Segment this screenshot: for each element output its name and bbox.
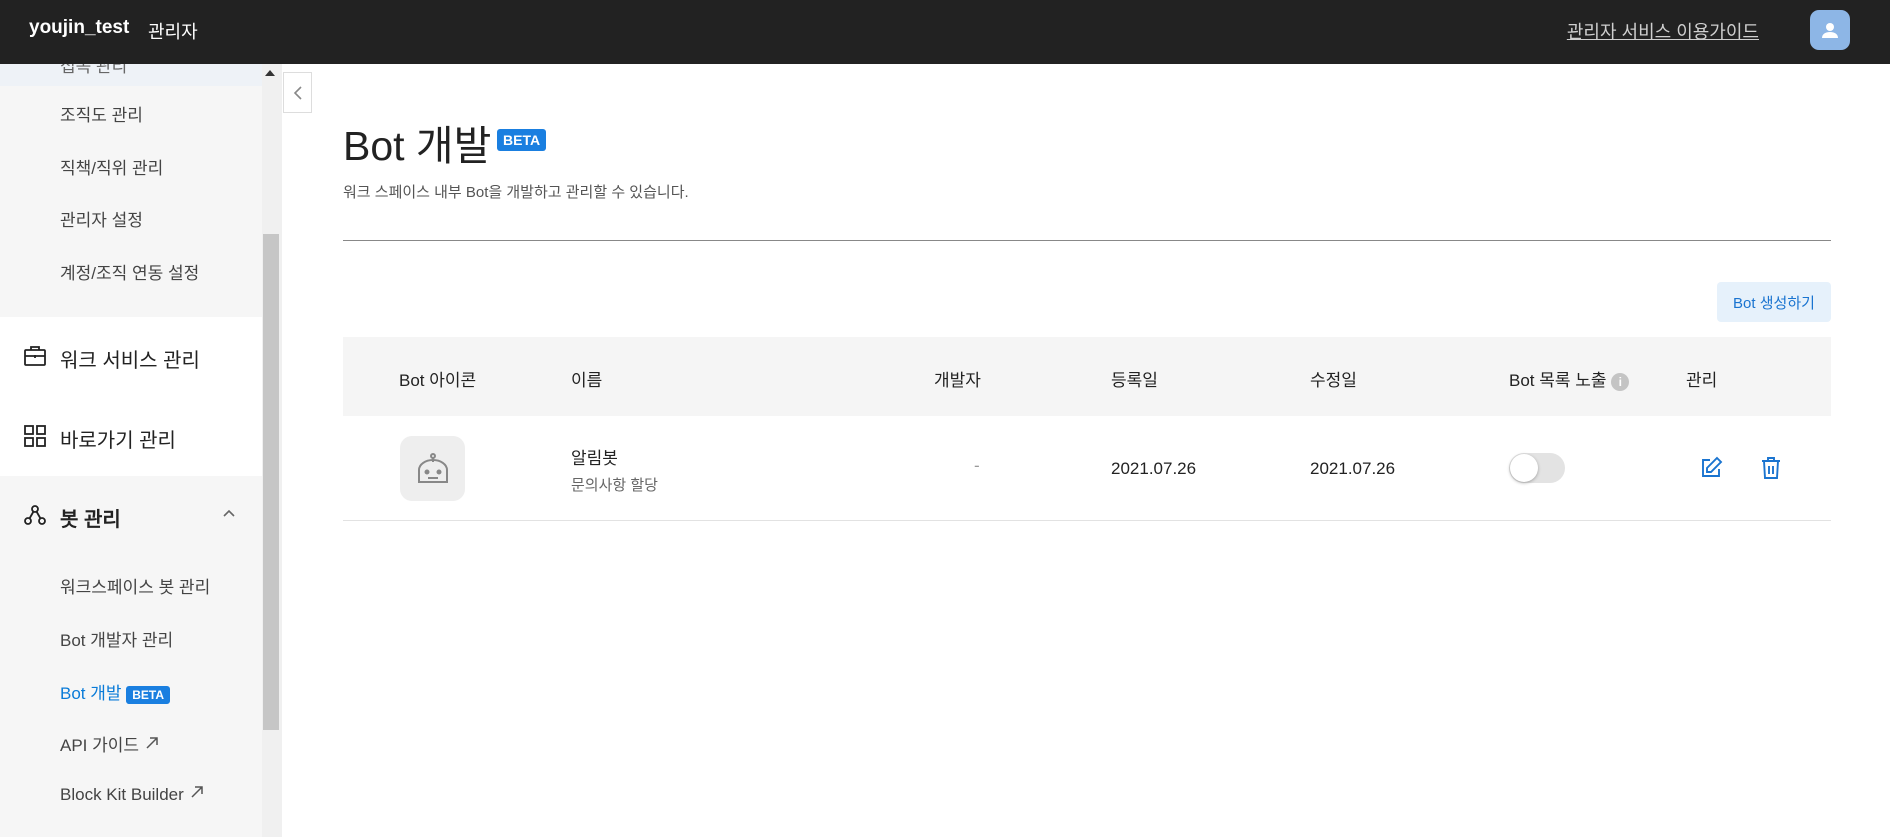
- bot-registered-date: 2021.07.26: [1111, 459, 1197, 478]
- sidebar-item-block-kit[interactable]: Block Kit Builder: [60, 784, 205, 805]
- robot-icon: [417, 452, 448, 483]
- sidebar-item-work-service[interactable]: 워크 서비스 관리: [0, 317, 262, 397]
- briefcase-icon: [24, 346, 46, 366]
- trash-icon: [1762, 457, 1780, 479]
- sidebar-item-org-chart[interactable]: 조직도 관리: [60, 101, 143, 126]
- sidebar-item-bot-management[interactable]: 봇 관리: [0, 476, 262, 556]
- scrollbar-thumb[interactable]: [263, 234, 279, 730]
- edit-icon: [1702, 456, 1723, 477]
- admin-section-label: 관리자: [148, 22, 198, 42]
- table-row: 알림봇 문의사항 할당 - 2021.07.26 2021.07.26: [343, 416, 1831, 521]
- sidebar-item-admin-settings[interactable]: 관리자 설정: [60, 206, 143, 231]
- delete-button[interactable]: [1757, 454, 1785, 482]
- sidebar-item-label: Block Kit Builder: [60, 785, 184, 804]
- title-beta-badge: BETA: [497, 129, 547, 151]
- external-link-icon: [146, 737, 158, 749]
- column-header-icon: Bot 아이콘: [399, 371, 477, 390]
- bot-list-visibility-toggle[interactable]: [1509, 453, 1565, 483]
- column-header-modified: 수정일: [1310, 371, 1357, 390]
- bot-modified-date: 2021.07.26: [1310, 459, 1396, 478]
- collapse-sidebar-button[interactable]: [283, 72, 312, 113]
- info-icon[interactable]: i: [1611, 372, 1630, 391]
- toggle-knob: [1510, 454, 1538, 482]
- page-title: Bot 개발: [343, 123, 492, 169]
- bot-name: 알림봇: [571, 449, 618, 468]
- create-bot-button[interactable]: Bot 생성하기: [1717, 282, 1831, 322]
- sidebar-item-account-sync[interactable]: 계정/조직 연동 설정: [60, 259, 199, 284]
- sidebar-item-label: API 가이드: [60, 736, 140, 755]
- column-header-registered: 등록일: [1111, 371, 1158, 390]
- network-icon: [24, 505, 46, 525]
- page-description: 워크 스페이스 내부 Bot을 개발하고 관리할 수 있습니다.: [343, 184, 689, 201]
- table-header: Bot 아이콘 이름 개발자 등록일 수정일 Bot 목록 노출 i 관리: [343, 337, 1831, 416]
- bot-developer: -: [974, 456, 980, 475]
- top-bar: youjin_test 관리자 관리자 서비스 이용가이드: [0, 0, 1890, 64]
- column-header-listed: Bot 목록 노출 i: [1509, 366, 1630, 391]
- admin-guide-link[interactable]: 관리자 서비스 이용가이드: [1567, 18, 1759, 44]
- sidebar-item-shortcut[interactable]: 바로가기 관리: [0, 397, 262, 477]
- sidebar-item-bot-developer[interactable]: Bot 개발자 관리: [60, 626, 173, 651]
- sidebar-item-label: Bot 개발: [60, 684, 122, 703]
- column-header-name: 이름: [571, 371, 603, 390]
- edit-button[interactable]: [1697, 454, 1725, 482]
- column-header-label: Bot 목록 노출: [1509, 371, 1607, 390]
- column-header-developer: 개발자: [934, 371, 981, 390]
- sidebar-item-label: 워크 서비스 관리: [60, 350, 200, 372]
- sidebar: 접속 관리 조직도 관리 직책/직위 관리 관리자 설정 계정/조직 연동 설정…: [0, 64, 262, 837]
- sidebar-item-api-guide[interactable]: API 가이드: [60, 731, 160, 756]
- grid-icon: [24, 425, 46, 447]
- workspace-name[interactable]: youjin_test: [29, 17, 129, 39]
- bot-description: 문의사항 할당: [571, 477, 658, 494]
- sidebar-item-position[interactable]: 직책/직위 관리: [60, 154, 163, 179]
- sidebar-member-group: 접속 관리 조직도 관리 직책/직위 관리 관리자 설정 계정/조직 연동 설정: [0, 64, 262, 317]
- external-link-icon: [190, 786, 203, 798]
- beta-badge: BETA: [126, 685, 171, 704]
- sidebar-item-bot-dev[interactable]: Bot 개발 BETA: [60, 679, 171, 704]
- sidebar-item-label: 바로가기 관리: [60, 430, 176, 452]
- sidebar-item-label: 봇 관리: [60, 509, 121, 531]
- sidebar-item-label: 접속 관리: [60, 64, 128, 76]
- divider: [343, 240, 1831, 241]
- scroll-up-arrow-icon[interactable]: [265, 70, 275, 76]
- chevron-up-icon: [223, 509, 235, 517]
- sidebar-item-workspace-bot[interactable]: 워크스페이스 봇 관리: [60, 573, 210, 598]
- sidebar-bot-sub-group: 워크스페이스 봇 관리 Bot 개발자 관리 Bot 개발 BETA API 가…: [0, 556, 262, 837]
- user-icon: [1822, 23, 1838, 38]
- sidebar-item-partial[interactable]: 접속 관리: [0, 64, 262, 86]
- chevron-left-icon: [293, 85, 302, 100]
- column-header-manage: 관리: [1686, 371, 1718, 390]
- user-avatar[interactable]: [1810, 10, 1850, 50]
- bot-avatar: [400, 436, 465, 501]
